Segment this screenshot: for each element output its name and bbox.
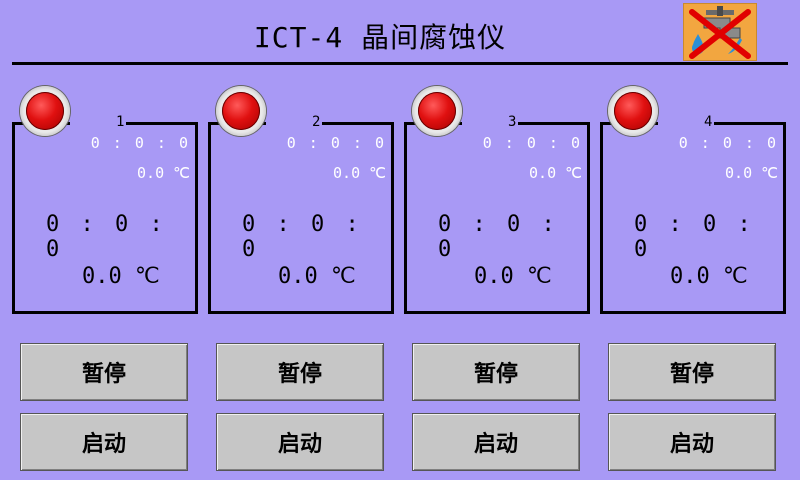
temperature-readout: 0.0 ℃ xyxy=(670,264,748,289)
pause-button-3[interactable]: 暂停 xyxy=(412,343,580,401)
set-temp-readout: 0.0 ℃ xyxy=(725,164,778,182)
channel-number: 1 xyxy=(116,114,125,130)
temperature-readout: 0.0 ℃ xyxy=(82,264,160,289)
set-time-readout: 0 : 0 : 0 xyxy=(482,134,582,152)
channel-number: 4 xyxy=(704,114,713,130)
status-lamp-icon xyxy=(216,86,266,136)
page-title: ICT-4 晶间腐蚀仪 xyxy=(253,21,507,54)
temperature-readout: 0.0 ℃ xyxy=(278,264,356,289)
elapsed-time-readout: 0 : 0 : 0 xyxy=(438,212,559,262)
start-button-4[interactable]: 启动 xyxy=(608,413,776,471)
start-button-3[interactable]: 启动 xyxy=(412,413,580,471)
status-lamp-icon xyxy=(20,86,70,136)
temperature-readout: 0.0 ℃ xyxy=(474,264,552,289)
elapsed-time-readout: 0 : 0 : 0 xyxy=(634,212,755,262)
pause-button-2[interactable]: 暂停 xyxy=(216,343,384,401)
pause-button-1[interactable]: 暂停 xyxy=(20,343,188,401)
channel-number: 2 xyxy=(312,114,321,130)
channel-panel-3: 3 0 : 0 : 0 0.0 ℃ 0 : 0 : 0 0.0 ℃ xyxy=(404,86,590,316)
channel-panel-1: 1 0 : 0 : 0 0.0 ℃ 0 : 0 : 0 0.0 ℃ xyxy=(12,86,198,316)
start-button-2[interactable]: 启动 xyxy=(216,413,384,471)
elapsed-time-readout: 0 : 0 : 0 xyxy=(46,212,167,262)
faucet-icon[interactable] xyxy=(683,3,757,61)
channel-panel-4: 4 0 : 0 : 0 0.0 ℃ 0 : 0 : 0 0.0 ℃ xyxy=(600,86,786,316)
elapsed-time-readout: 0 : 0 : 0 xyxy=(242,212,363,262)
set-time-readout: 0 : 0 : 0 xyxy=(286,134,386,152)
set-time-readout: 0 : 0 : 0 xyxy=(90,134,190,152)
set-time-readout: 0 : 0 : 0 xyxy=(678,134,778,152)
status-lamp-icon xyxy=(412,86,462,136)
status-lamp-icon xyxy=(608,86,658,136)
start-button-1[interactable]: 启动 xyxy=(20,413,188,471)
pause-button-4[interactable]: 暂停 xyxy=(608,343,776,401)
set-temp-readout: 0.0 ℃ xyxy=(529,164,582,182)
set-temp-readout: 0.0 ℃ xyxy=(137,164,190,182)
set-temp-readout: 0.0 ℃ xyxy=(333,164,386,182)
title-divider xyxy=(12,62,788,65)
channel-number: 3 xyxy=(508,114,517,130)
channel-panel-2: 2 0 : 0 : 0 0.0 ℃ 0 : 0 : 0 0.0 ℃ xyxy=(208,86,394,316)
